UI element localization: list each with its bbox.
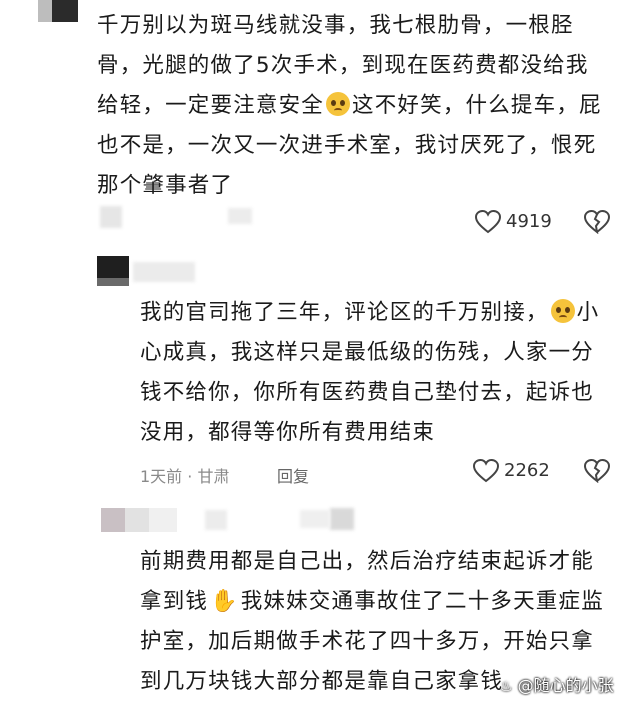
comment-1-meta-redacted: [100, 206, 122, 228]
praying-hands-emoji: ✋: [210, 589, 239, 614]
watermark-logo-icon: ♨: [500, 679, 513, 695]
like-icon[interactable]: [475, 210, 501, 234]
pleading-face-emoji: [326, 92, 351, 116]
comment-2-time-location: 1天前 · 甘肃: [140, 467, 230, 486]
comment-2-username-redacted: [133, 262, 195, 282]
comment-2-like-count: 2262: [504, 460, 550, 481]
comment-1-text: 千万别以为斑马线就没事，我七根肋骨，一根胫 骨，光腿的做了5次手术，到现在医药费…: [97, 13, 602, 198]
broken-heart-icon[interactable]: [584, 210, 610, 234]
watermark: ♨ @随心的小张: [500, 676, 614, 695]
reply-button[interactable]: 回复: [277, 463, 309, 487]
comment-3-username-redacted: [205, 510, 227, 530]
comment-1-like-count: 4919: [506, 211, 552, 232]
like-icon[interactable]: [473, 459, 499, 483]
broken-heart-icon[interactable]: [584, 459, 610, 483]
comment-2-text: 我的官司拖了三年，评论区的千万别接，小 心成真，我这样只是最低级的伤残，人家一分…: [140, 299, 600, 445]
avatar-comment-3[interactable]: [101, 508, 177, 532]
avatar-comment-2[interactable]: [97, 256, 129, 286]
pleading-face-emoji: [550, 299, 575, 323]
avatar-top[interactable]: [38, 0, 78, 22]
